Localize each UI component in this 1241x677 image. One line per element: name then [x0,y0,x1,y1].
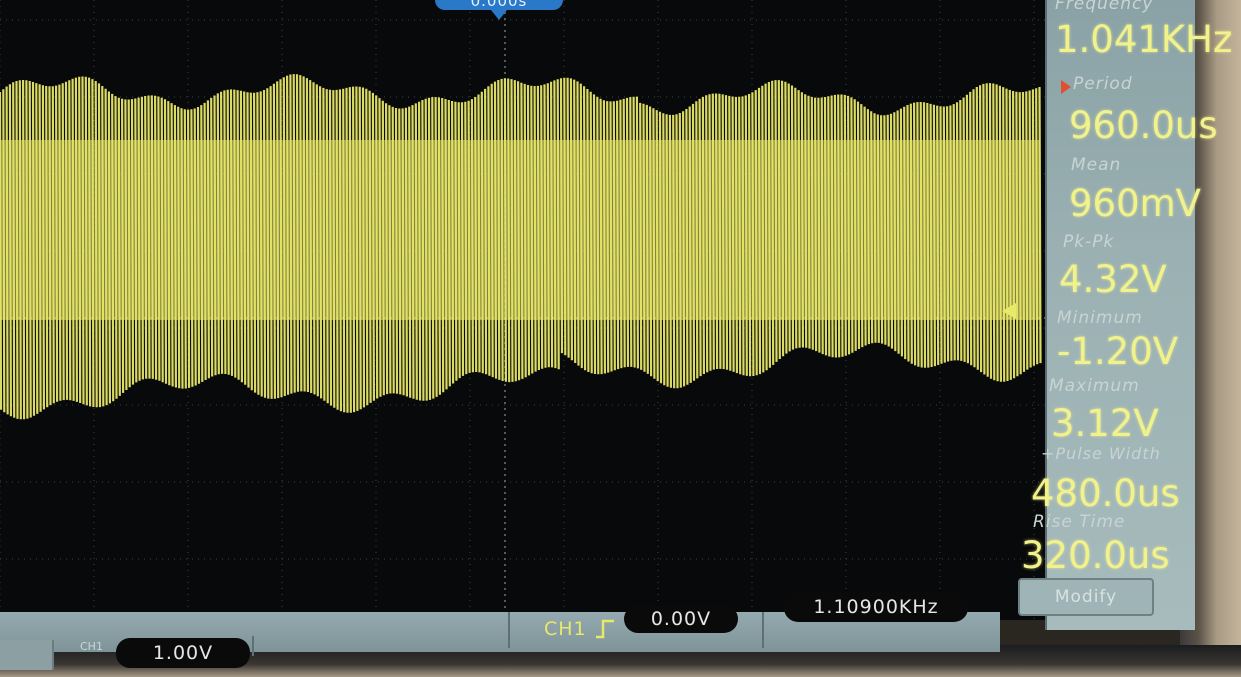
measure-value-period: 960.0us [1069,104,1218,147]
measure-label-maximum: Maximum [1049,376,1140,396]
measure-label-rise-time: Rise Time [1033,512,1126,532]
trigger-time-pill: 0.000s [435,0,563,10]
measure-label-pkpk: Pk-Pk [1063,232,1115,252]
ch1-volts-per-div: 1.00V [116,638,250,668]
trigger-position-icon [491,10,507,20]
measure-value-rise-time: 320.0us [1021,534,1170,577]
status-divider [252,636,254,656]
measure-value-pkpk: 4.32V [1059,258,1167,301]
channel-indicator [0,640,54,670]
measure-label-frequency: Frequency [1055,0,1154,14]
measure-label-minimum: Minimum [1057,308,1143,328]
selected-arrow-icon [1061,80,1071,94]
measurement-panel: Frequency 1.041KHz Period 960.0us Mean 9… [1021,0,1232,630]
measure-label-period: Period [1073,74,1133,94]
trigger-level-marker-icon [1002,303,1016,319]
measure-value-pulse-width: 480.0us [1031,472,1180,515]
measure-value-frequency: 1.041KHz [1055,18,1233,61]
measure-label-pulse-width: +Pulse Width [1041,444,1161,463]
ch1-scale-prefix: CH1 [80,640,103,653]
waveform-svg [0,0,1045,620]
status-divider [762,612,764,648]
trigger-level-readout: 0.00V [624,605,738,633]
waveform-display: 0.000s [0,0,1045,620]
modify-button[interactable]: Modify [1018,578,1154,616]
measure-value-minimum: -1.20V [1057,330,1179,373]
status-divider [508,612,510,648]
measure-value-maximum: 3.12V [1051,402,1159,445]
measure-label-mean: Mean [1071,155,1122,175]
trigger-frequency-readout: 1.10900KHz [784,592,968,622]
rising-edge-icon [596,619,614,639]
channel-label: CH1 [544,618,587,640]
measure-value-mean: 960mV [1069,182,1201,225]
signal-trace-core [0,140,1040,320]
